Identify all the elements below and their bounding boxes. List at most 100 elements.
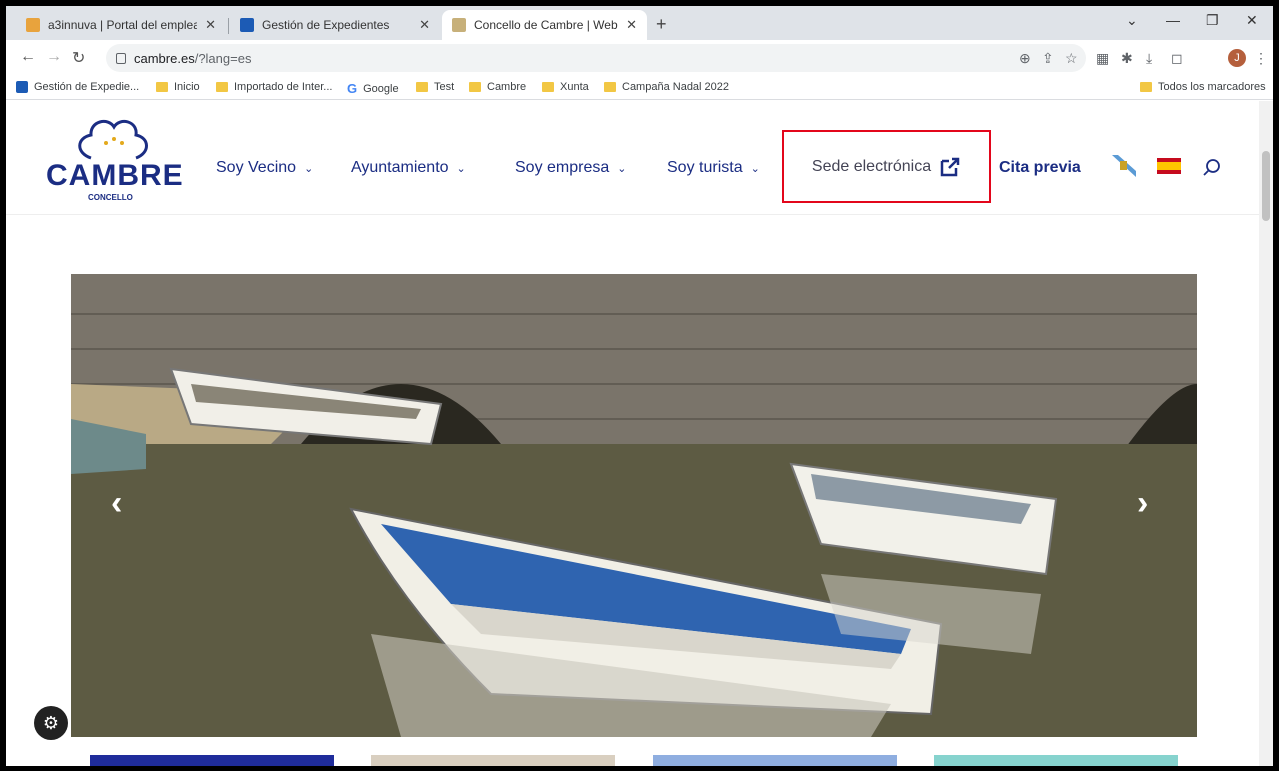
folder-icon bbox=[1140, 82, 1152, 92]
quick-card-1[interactable] bbox=[90, 755, 334, 766]
chevron-right-icon[interactable]: › bbox=[1137, 484, 1148, 523]
new-tab-icon[interactable]: + bbox=[656, 14, 667, 35]
folder-icon bbox=[156, 82, 168, 92]
bookmark-xunta[interactable]: Xunta bbox=[542, 81, 589, 93]
menu-label: Soy empresa bbox=[515, 159, 610, 176]
forward-icon[interactable]: → bbox=[46, 48, 62, 66]
download-icon[interactable]: ⤓ bbox=[1146, 50, 1152, 67]
menu-icon[interactable]: ⋮ bbox=[1254, 50, 1268, 67]
browser-toolbar: ← → ↻ cambre.es /?lang=es ⊕ ⇪ ☆ ▦ ✱ ⤓ ◻ … bbox=[6, 40, 1273, 76]
google-icon: G bbox=[347, 81, 358, 96]
bookmarks-bar: Gestión de Expedie... Inicio Importado d… bbox=[6, 76, 1273, 100]
address-path: /?lang=es bbox=[194, 50, 252, 66]
sede-electronica-link[interactable]: Sede electrónica bbox=[782, 130, 991, 203]
bookmark-campana-nadal[interactable]: Campaña Nadal 2022 bbox=[604, 81, 729, 93]
chevron-down-icon: ⌄ bbox=[304, 162, 314, 175]
web-page: CAMBRE CONCELLO Soy Vecino ⌄ Ayuntamient… bbox=[6, 101, 1259, 766]
bookmark-test[interactable]: Test bbox=[416, 81, 454, 93]
all-bookmarks[interactable]: Todos los marcadores bbox=[1140, 81, 1266, 93]
scrollbar-thumb[interactable] bbox=[1262, 151, 1270, 221]
address-bar[interactable]: cambre.es /?lang=es bbox=[106, 44, 1086, 72]
bookmark-label: Importado de Inter... bbox=[234, 81, 333, 93]
spanish-flag-icon[interactable] bbox=[1157, 158, 1181, 174]
tab-portal-empleado[interactable]: a3innuva | Portal del empleado ✕ bbox=[16, 10, 226, 40]
menu-soy-turista[interactable]: Soy turista ⌄ bbox=[667, 159, 760, 177]
folder-icon bbox=[604, 82, 616, 92]
search-icon[interactable] bbox=[1202, 158, 1222, 178]
menu-soy-empresa[interactable]: Soy empresa ⌄ bbox=[515, 159, 626, 177]
quick-card-3[interactable] bbox=[653, 755, 897, 766]
tab-label: Concello de Cambre | Web oficial bbox=[474, 18, 618, 32]
hero-slider: ‹ › bbox=[71, 274, 1197, 737]
menu-ayuntamiento[interactable]: Ayuntamiento ⌄ bbox=[351, 159, 466, 177]
cambre-logo[interactable]: CAMBRE CONCELLO bbox=[46, 113, 186, 213]
bookmark-gestion[interactable]: Gestión de Expedie... bbox=[16, 81, 139, 93]
tab-separator bbox=[228, 18, 229, 34]
close-icon[interactable]: ✕ bbox=[626, 17, 637, 33]
bookmark-importado[interactable]: Importado de Inter... bbox=[216, 81, 332, 93]
extensions-icon[interactable]: ✱ bbox=[1121, 50, 1133, 67]
tab-concello-cambre[interactable]: Concello de Cambre | Web oficial ✕ bbox=[442, 10, 647, 40]
share-icon[interactable]: ⇪ bbox=[1042, 50, 1054, 67]
quick-card-4[interactable] bbox=[934, 755, 1178, 766]
bookmark-label: Cambre bbox=[487, 81, 527, 93]
chevron-left-icon[interactable]: ‹ bbox=[111, 484, 122, 523]
tab-label: Gestión de Expedientes bbox=[262, 18, 390, 32]
expedientes-icon bbox=[240, 18, 254, 32]
close-icon[interactable]: ✕ bbox=[205, 17, 216, 33]
address-host: cambre.es bbox=[134, 50, 195, 66]
tab-label: a3innuva | Portal del empleado bbox=[48, 18, 198, 32]
menu-label: Ayuntamiento bbox=[351, 159, 449, 176]
external-link-icon bbox=[940, 157, 960, 176]
chevron-down-icon: ⌄ bbox=[456, 162, 466, 175]
close-icon[interactable]: ✕ bbox=[419, 17, 430, 33]
chevron-down-icon: ⌄ bbox=[750, 162, 760, 175]
bookmark-label: Campaña Nadal 2022 bbox=[622, 81, 730, 93]
gear-icon[interactable]: ⚙ bbox=[34, 706, 68, 740]
hero-image bbox=[71, 274, 1197, 737]
chevron-down-icon[interactable]: ⌄ bbox=[1126, 12, 1138, 29]
sede-label: Sede electrónica bbox=[811, 157, 932, 175]
a3innuva-icon bbox=[26, 18, 40, 32]
tab-gestion-expedientes[interactable]: Gestión de Expedientes ✕ bbox=[230, 10, 440, 40]
folder-icon bbox=[469, 82, 481, 92]
restore-icon[interactable]: ❐ bbox=[1206, 12, 1219, 29]
bookmark-label: Test bbox=[434, 81, 455, 93]
folder-icon bbox=[216, 82, 228, 92]
cambre-icon bbox=[452, 18, 466, 32]
minimize-icon[interactable]: — bbox=[1166, 12, 1180, 28]
profile-avatar[interactable]: J bbox=[1228, 49, 1246, 67]
menu-label: Soy turista bbox=[667, 159, 743, 176]
star-icon[interactable]: ☆ bbox=[1065, 50, 1078, 67]
back-icon[interactable]: ← bbox=[20, 48, 36, 66]
extension-grid-icon[interactable]: ▦ bbox=[1096, 50, 1109, 67]
header-divider bbox=[6, 214, 1259, 215]
tab-strip: a3innuva | Portal del empleado ✕ Gestión… bbox=[6, 6, 1273, 40]
menu-soy-vecino[interactable]: Soy Vecino ⌄ bbox=[216, 159, 313, 177]
galician-flag-icon[interactable] bbox=[1112, 155, 1136, 177]
side-panel-icon[interactable]: ◻ bbox=[1171, 50, 1183, 67]
bookmark-label: Xunta bbox=[560, 81, 589, 93]
browser-window: a3innuva | Portal del empleado ✕ Gestión… bbox=[6, 6, 1273, 766]
bookmark-google[interactable]: G Google bbox=[347, 81, 399, 96]
reload-icon[interactable]: ↻ bbox=[72, 48, 85, 68]
folder-icon bbox=[542, 82, 554, 92]
bookmark-inicio[interactable]: Inicio bbox=[156, 81, 200, 93]
page-scrollbar[interactable] bbox=[1259, 101, 1273, 766]
quick-card-2[interactable] bbox=[371, 755, 615, 766]
zoom-icon[interactable]: ⊕ bbox=[1019, 50, 1031, 67]
logo-word: CAMBRE bbox=[46, 159, 184, 192]
bookmark-label: Inicio bbox=[174, 81, 200, 93]
expedientes-icon bbox=[16, 81, 28, 93]
close-window-icon[interactable]: ✕ bbox=[1246, 12, 1258, 29]
bookmark-cambre[interactable]: Cambre bbox=[469, 81, 526, 93]
lock-icon bbox=[116, 52, 126, 64]
bookmark-label: Todos los marcadores bbox=[1158, 81, 1266, 93]
menu-label: Soy Vecino bbox=[216, 159, 297, 176]
logo-emblem-icon bbox=[78, 119, 148, 160]
cita-previa-link[interactable]: Cita previa bbox=[999, 159, 1081, 177]
chevron-down-icon: ⌄ bbox=[617, 162, 627, 175]
folder-icon bbox=[416, 82, 428, 92]
bookmark-label: Google bbox=[363, 82, 399, 95]
logo-subtitle: CONCELLO bbox=[88, 193, 133, 202]
